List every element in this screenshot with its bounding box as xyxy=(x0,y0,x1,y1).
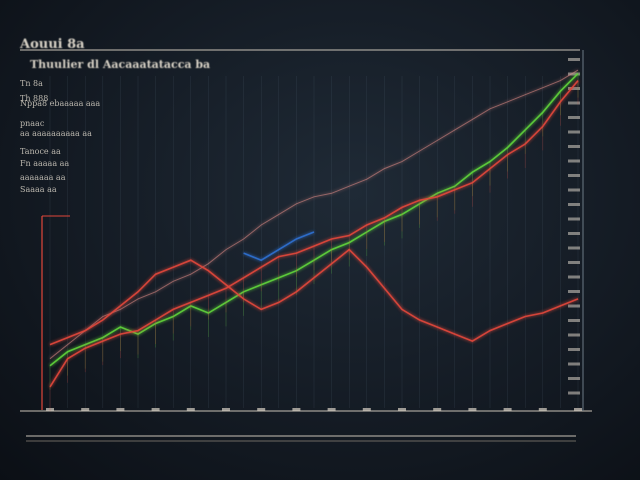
y-tick-mark xyxy=(568,130,580,134)
y-tick-mark xyxy=(568,174,580,177)
chart-canvas: Aouui 8a Thuulier dl Aacaaatatacca ba Tn… xyxy=(19,37,592,442)
y-tick-mark xyxy=(568,391,580,395)
x-tick-mark xyxy=(186,408,195,411)
y-tick-mark xyxy=(568,159,580,163)
y-tick-mark xyxy=(568,246,580,250)
y-tick-mark xyxy=(568,362,580,366)
x-tick-mark xyxy=(151,408,160,411)
x-tick-mark xyxy=(468,408,477,411)
side-note: aa aaaaaaaaaa aa xyxy=(20,129,92,138)
y-tick-mark xyxy=(568,319,580,322)
y-tick-mark xyxy=(568,275,580,279)
x-tick-mark xyxy=(292,408,301,411)
x-tick-mark xyxy=(116,408,125,411)
x-tick-mark xyxy=(327,408,336,411)
side-note: aaaaaaa aa xyxy=(20,173,66,182)
y-tick-mark xyxy=(568,145,580,148)
x-tick-mark xyxy=(398,408,406,411)
side-note: Tn 8a xyxy=(20,79,43,88)
y-tick-mark xyxy=(568,203,580,206)
side-note: Fn aaaaa aa xyxy=(20,159,69,168)
y-tick-mark xyxy=(568,232,580,235)
chart-grid xyxy=(49,76,579,408)
y-tick-mark xyxy=(568,261,580,264)
y-tick-mark xyxy=(568,333,580,337)
x-tick-mark xyxy=(538,408,547,411)
y-tick-mark xyxy=(568,58,580,61)
y-tick-mark xyxy=(568,188,580,192)
x-tick-mark xyxy=(503,408,512,411)
x-tick-mark xyxy=(433,408,442,411)
x-tick-mark xyxy=(222,408,230,411)
y-tick-mark xyxy=(568,377,580,380)
x-tick-mark xyxy=(574,408,582,411)
x-tick-mark xyxy=(362,408,371,411)
y-tick-mark xyxy=(568,304,580,308)
side-notes: Tn 8aTh 888Nppa8 ebaaaaa aaapnaacaa aaaa… xyxy=(20,79,100,194)
y-tick-mark xyxy=(568,290,580,293)
side-note: Nppa8 ebaaaaa aaa xyxy=(20,99,100,108)
side-note: Tanoce aa xyxy=(20,147,61,156)
x-tick-mark xyxy=(81,408,90,411)
side-note: pnaac xyxy=(20,119,45,128)
chart-title: Thuulier dl Aacaaatatacca ba xyxy=(30,58,210,71)
x-tick-mark xyxy=(257,408,266,411)
y-tick-mark xyxy=(568,217,580,221)
y-tick-mark xyxy=(568,116,580,119)
side-note: Saaaa aa xyxy=(20,185,57,194)
y-tick-mark xyxy=(568,348,580,351)
